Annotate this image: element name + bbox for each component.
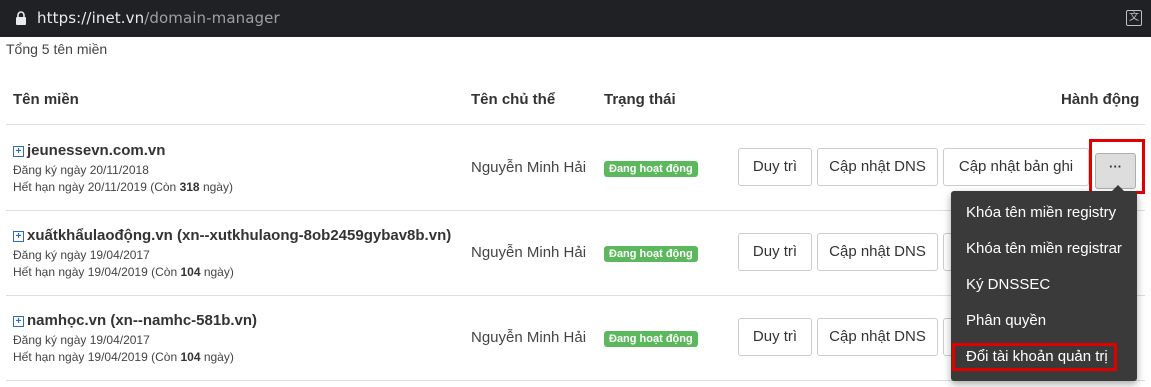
expand-plus-icon[interactable]: + [13,316,24,327]
column-header-owner: Tên chủ thể [471,91,556,108]
browser-address-bar[interactable]: https://inet.vn/domain-manager 文 [0,0,1151,37]
column-header-status: Trạng thái [604,91,676,108]
status-badge: Đang hoạt động [604,246,698,262]
expand-plus-icon[interactable]: + [13,146,24,157]
domain-name[interactable]: + jeunessevn.com.vn [13,142,165,159]
translate-icon[interactable]: 文 [1126,10,1142,26]
update-records-button[interactable]: Cập nhật bản ghi [943,148,1089,186]
days-left: 104 [180,350,201,364]
update-dns-button[interactable]: Cập nhật DNS [817,233,938,271]
update-dns-button[interactable]: Cập nhật DNS [817,318,938,356]
url-text[interactable]: https://inet.vn/domain-manager [37,9,280,27]
domain-name[interactable]: + xuấtkhẩulaođộng.vn (xn--xutkhulaong-8ob… [13,227,451,244]
domain-count: Tổng 5 tên miền [6,41,108,57]
owner-name: Nguyễn Minh Hải [471,244,587,261]
dropdown-caret [1111,185,1125,192]
menu-item-highlight [952,343,1117,371]
owner-name: Nguyễn Minh Hải [471,159,587,176]
column-header-actions: Hành động [1061,91,1140,108]
expiry-date: Hết hạn ngày 19/04/2019 (Còn 104 ngày) [13,350,234,364]
days-left: 104 [180,265,201,279]
registration-date: Đăng ký ngày 19/04/2017 [13,248,150,262]
owner-name: Nguyễn Minh Hải [471,329,587,346]
lock-icon [16,11,26,25]
expiry-date: Hết hạn ngày 19/04/2019 (Còn 104 ngày) [13,265,234,279]
expiry-date: Hết hạn ngày 20/11/2019 (Còn 318 ngày) [13,180,233,194]
menu-item-lock-registrar[interactable]: Khóa tên miền registrar [966,240,1122,257]
renew-button[interactable]: Duy trì [738,148,812,186]
registration-date: Đăng ký ngày 20/11/2018 [13,163,149,177]
renew-button[interactable]: Duy trì [738,233,812,271]
update-dns-button[interactable]: Cập nhật DNS [817,148,938,186]
expand-plus-icon[interactable]: + [13,231,24,242]
days-left: 318 [179,180,200,194]
menu-item-dnssec[interactable]: Ký DNSSEC [966,276,1050,293]
status-badge: Đang hoạt động [604,331,698,347]
status-badge: Đang hoạt động [604,161,698,177]
renew-button[interactable]: Duy trì [738,318,812,356]
url-path: /domain-manager [144,9,280,27]
registration-date: Đăng ký ngày 19/04/2017 [13,333,150,347]
url-host: https://inet.vn [37,9,145,27]
menu-item-permissions[interactable]: Phân quyền [966,312,1046,329]
menu-item-lock-registry[interactable]: Khóa tên miền registry [966,204,1116,221]
column-header-domain: Tên miền [13,91,79,108]
domain-name[interactable]: + namhọc.vn (xn--namhc-581b.vn) [13,312,257,329]
